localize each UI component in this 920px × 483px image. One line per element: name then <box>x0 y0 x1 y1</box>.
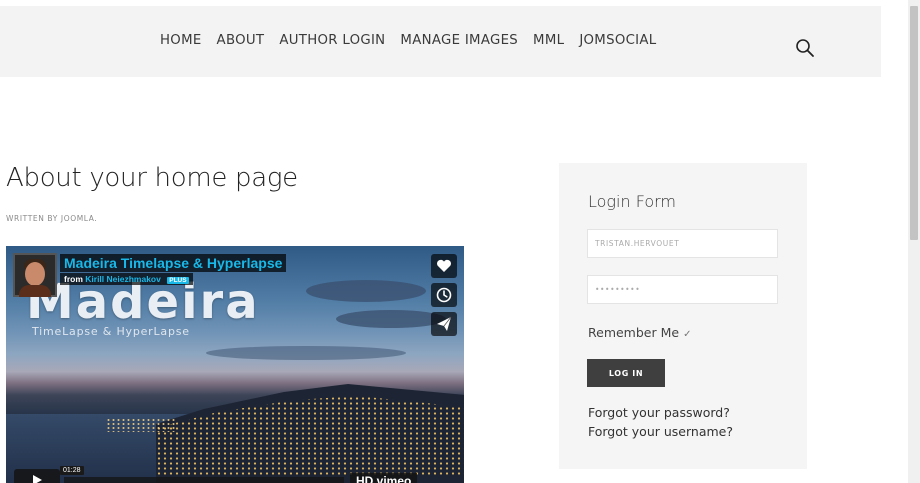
forgot-password-link[interactable]: Forgot your password? <box>588 405 730 420</box>
vimeo-logo[interactable]: HD vimeo <box>350 473 418 483</box>
clock-icon <box>436 287 452 303</box>
login-form-title: Login Form <box>588 192 676 211</box>
nav-item-manage-images[interactable]: MANAGE IMAGES <box>400 33 518 48</box>
search-button[interactable] <box>795 38 815 58</box>
nav-item-home[interactable]: HOME <box>160 33 202 48</box>
scrollbar-thumb[interactable] <box>910 6 918 240</box>
password-input[interactable] <box>587 275 778 304</box>
nav-item-author-login[interactable]: AUTHOR LOGIN <box>279 33 385 48</box>
login-button[interactable]: LOG IN <box>587 359 665 387</box>
username-input[interactable] <box>587 229 778 258</box>
avatar-shirt <box>19 285 51 297</box>
video-byline: from Kirill Neiezhmakov PLUS <box>60 273 193 285</box>
top-navigation-bar: HOME ABOUT AUTHOR LOGIN MANAGE IMAGES MM… <box>0 6 881 77</box>
video-from-label: from <box>64 274 83 284</box>
remember-me-checkbox[interactable]: Remember Me ✓ <box>588 325 691 340</box>
page-scrollbar[interactable] <box>908 0 920 483</box>
video-controls: 01:28 HD vimeo <box>10 465 460 483</box>
video-progress-bar[interactable] <box>64 477 344 483</box>
play-icon <box>33 475 42 483</box>
article-byline: WRITTEN BY JOOMLA. <box>6 214 98 223</box>
share-button[interactable] <box>431 312 457 336</box>
video-plus-badge: PLUS <box>167 277 189 284</box>
nav-item-about[interactable]: ABOUT <box>217 33 265 48</box>
nav-item-mml[interactable]: MML <box>533 33 564 48</box>
video-player[interactable]: Madeira TimeLapse & HyperLapse Madeira T… <box>6 246 464 483</box>
avatar-face <box>25 262 45 286</box>
video-title-link[interactable]: Madeira Timelapse & Hyperlapse <box>60 254 287 272</box>
video-author-link[interactable]: Kirill Neiezhmakov <box>85 274 161 284</box>
check-icon: ✓ <box>683 329 692 340</box>
play-button[interactable] <box>14 469 60 483</box>
video-cloud <box>306 280 426 302</box>
video-cloud <box>336 310 446 328</box>
search-icon <box>796 39 814 57</box>
video-overlay-subtitle: TimeLapse & HyperLapse <box>32 325 190 338</box>
watch-later-button[interactable] <box>431 283 457 307</box>
forgot-username-link[interactable]: Forgot your username? <box>588 424 733 439</box>
remember-me-label: Remember Me <box>588 325 680 340</box>
like-button[interactable] <box>431 254 457 278</box>
article-title: About your home page <box>6 163 298 193</box>
nav-item-jomsocial[interactable]: JOMSOCIAL <box>579 33 656 48</box>
paper-plane-icon <box>437 316 452 331</box>
heart-icon <box>437 259 451 272</box>
video-duration: 01:28 <box>60 466 84 475</box>
video-author-avatar[interactable] <box>13 253 57 297</box>
main-menu: HOME ABOUT AUTHOR LOGIN MANAGE IMAGES MM… <box>160 33 672 48</box>
video-cloud <box>206 346 406 360</box>
login-module: Login Form Remember Me✓ LOG IN Forgot yo… <box>559 163 807 469</box>
video-city-lights <box>156 396 464 476</box>
video-city-lights <box>106 418 176 432</box>
